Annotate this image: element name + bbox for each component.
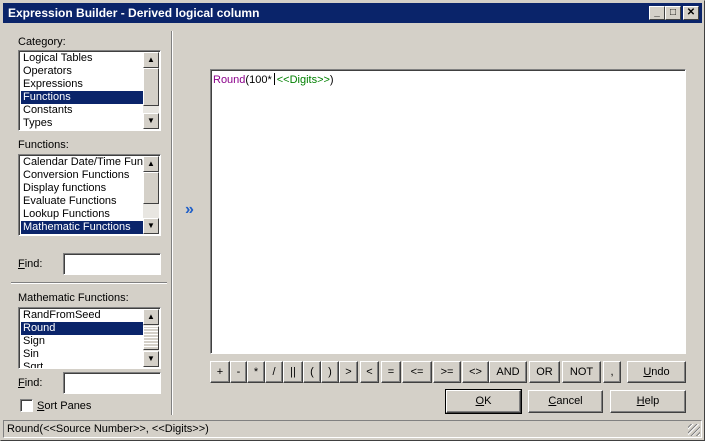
category-listbox[interactable]: Logical Tables Operators Expressions Fun… [18, 50, 161, 131]
functions-item-selected[interactable]: Mathematic Functions [21, 221, 143, 234]
category-item-types[interactable]: Types [21, 117, 143, 130]
close-icon: ✕ [686, 7, 696, 18]
close-button[interactable]: ✕ [683, 6, 699, 20]
scroll-thumb[interactable] [143, 326, 159, 350]
window-title: Expression Builder - Derived logical col… [8, 6, 260, 20]
op-less-button[interactable]: < [360, 361, 379, 383]
category-item-operators[interactable]: Operators [21, 65, 143, 78]
scroll-down-arrow-icon[interactable]: ▼ [143, 113, 159, 129]
status-text: Round(<<Source Number>>, <<Digits>>) [7, 423, 209, 435]
op-divide-button[interactable]: / [265, 361, 283, 383]
expression-editor[interactable]: Round(100* <<Digits>>) [210, 69, 686, 354]
op-comma-button[interactable]: , [603, 361, 621, 383]
category-label: Category: [18, 36, 66, 48]
op-greater-equal-button[interactable]: >= [433, 361, 461, 383]
minimize-icon: _ [654, 7, 660, 18]
function-name: Round [213, 74, 246, 86]
op-plus-button[interactable]: + [210, 361, 230, 383]
functions-listbox[interactable]: Calendar Date/Time Func Conversion Funct… [18, 154, 161, 236]
sort-panes-checkbox[interactable] [20, 399, 33, 412]
scroll-down-arrow-icon[interactable]: ▼ [143, 351, 159, 367]
op-multiply-button[interactable]: * [247, 361, 265, 383]
op-close-paren-button[interactable]: ) [321, 361, 339, 383]
expression-text: Round(100* <<Digits>>) [213, 73, 334, 86]
undo-button[interactable]: Undo [627, 361, 686, 383]
op-not-button[interactable]: NOT [562, 361, 601, 383]
find-label: Find: [18, 258, 43, 270]
math-function-item[interactable]: Sign [21, 335, 143, 348]
op-less-equal-button[interactable]: <= [402, 361, 432, 383]
scroll-thumb[interactable] [143, 68, 159, 106]
op-not-equal-button[interactable]: <> [462, 361, 489, 383]
op-equals-button[interactable]: = [381, 361, 401, 383]
minimize-button[interactable]: _ [649, 6, 665, 20]
expression-placeholder: <<Digits>> [276, 74, 330, 86]
math-function-item[interactable]: RandFromSeed [21, 309, 143, 322]
insert-arrow-icon[interactable]: » [185, 201, 194, 219]
help-button[interactable]: Help [610, 390, 686, 413]
left-divider [11, 282, 167, 284]
sort-panes-label: Sort Panes [37, 400, 92, 412]
functions-label: Functions: [18, 139, 69, 151]
category-item-logical-tables[interactable]: Logical Tables [21, 52, 143, 65]
expression-builder-window: Expression Builder - Derived logical col… [0, 0, 705, 441]
op-greater-button[interactable]: > [339, 361, 358, 383]
functions-item[interactable]: Lookup Functions [21, 208, 143, 221]
title-bar[interactable]: Expression Builder - Derived logical col… [3, 3, 702, 23]
category-scrollbar[interactable]: ▲ ▼ [143, 52, 159, 129]
op-concat-button[interactable]: || [283, 361, 303, 383]
ok-button[interactable]: OK [445, 389, 522, 414]
math-function-item[interactable]: Sin [21, 348, 143, 361]
scroll-thumb[interactable] [143, 172, 159, 204]
category-item-functions[interactable]: Functions [21, 91, 143, 104]
category-item-expressions[interactable]: Expressions [21, 78, 143, 91]
resize-grip-icon[interactable] [688, 424, 700, 436]
expression-close-paren: ) [329, 74, 334, 86]
text-caret [273, 73, 275, 85]
functions-item[interactable]: Conversion Functions [21, 169, 143, 182]
functions-item[interactable]: Calendar Date/Time Func [21, 156, 143, 169]
math-function-item-selected[interactable]: Round [21, 322, 143, 335]
scroll-up-arrow-icon[interactable]: ▲ [143, 52, 159, 68]
category-item-constants[interactable]: Constants [21, 104, 143, 117]
cancel-button[interactable]: Cancel [528, 390, 603, 413]
op-open-paren-button[interactable]: ( [303, 361, 321, 383]
functions-scrollbar[interactable]: ▲ ▼ [143, 156, 159, 234]
math-functions-label: Mathematic Functions: [18, 292, 129, 304]
status-bar: Round(<<Source Number>>, <<Digits>>) [3, 420, 702, 438]
vertical-divider [171, 31, 173, 415]
find-input[interactable] [63, 253, 161, 275]
find-input-2[interactable] [63, 372, 161, 394]
maximize-button[interactable]: □ [665, 6, 681, 20]
functions-item[interactable]: Evaluate Functions [21, 195, 143, 208]
scroll-down-arrow-icon[interactable]: ▼ [143, 218, 159, 234]
op-minus-button[interactable]: - [230, 361, 247, 383]
math-function-item[interactable]: Sqrt [21, 361, 143, 368]
scroll-up-arrow-icon[interactable]: ▲ [143, 156, 159, 172]
find-label-2: Find: [18, 377, 43, 389]
expression-literal: (100* [245, 74, 272, 86]
maximize-icon: □ [669, 7, 677, 18]
op-and-button[interactable]: AND [489, 361, 527, 383]
functions-item[interactable]: Display functions [21, 182, 143, 195]
math-functions-listbox[interactable]: RandFromSeed Round Sign Sin Sqrt ▲ ▼ [18, 307, 161, 369]
math-functions-scrollbar[interactable]: ▲ ▼ [143, 309, 159, 367]
op-or-button[interactable]: OR [529, 361, 560, 383]
scroll-up-arrow-icon[interactable]: ▲ [143, 309, 159, 325]
